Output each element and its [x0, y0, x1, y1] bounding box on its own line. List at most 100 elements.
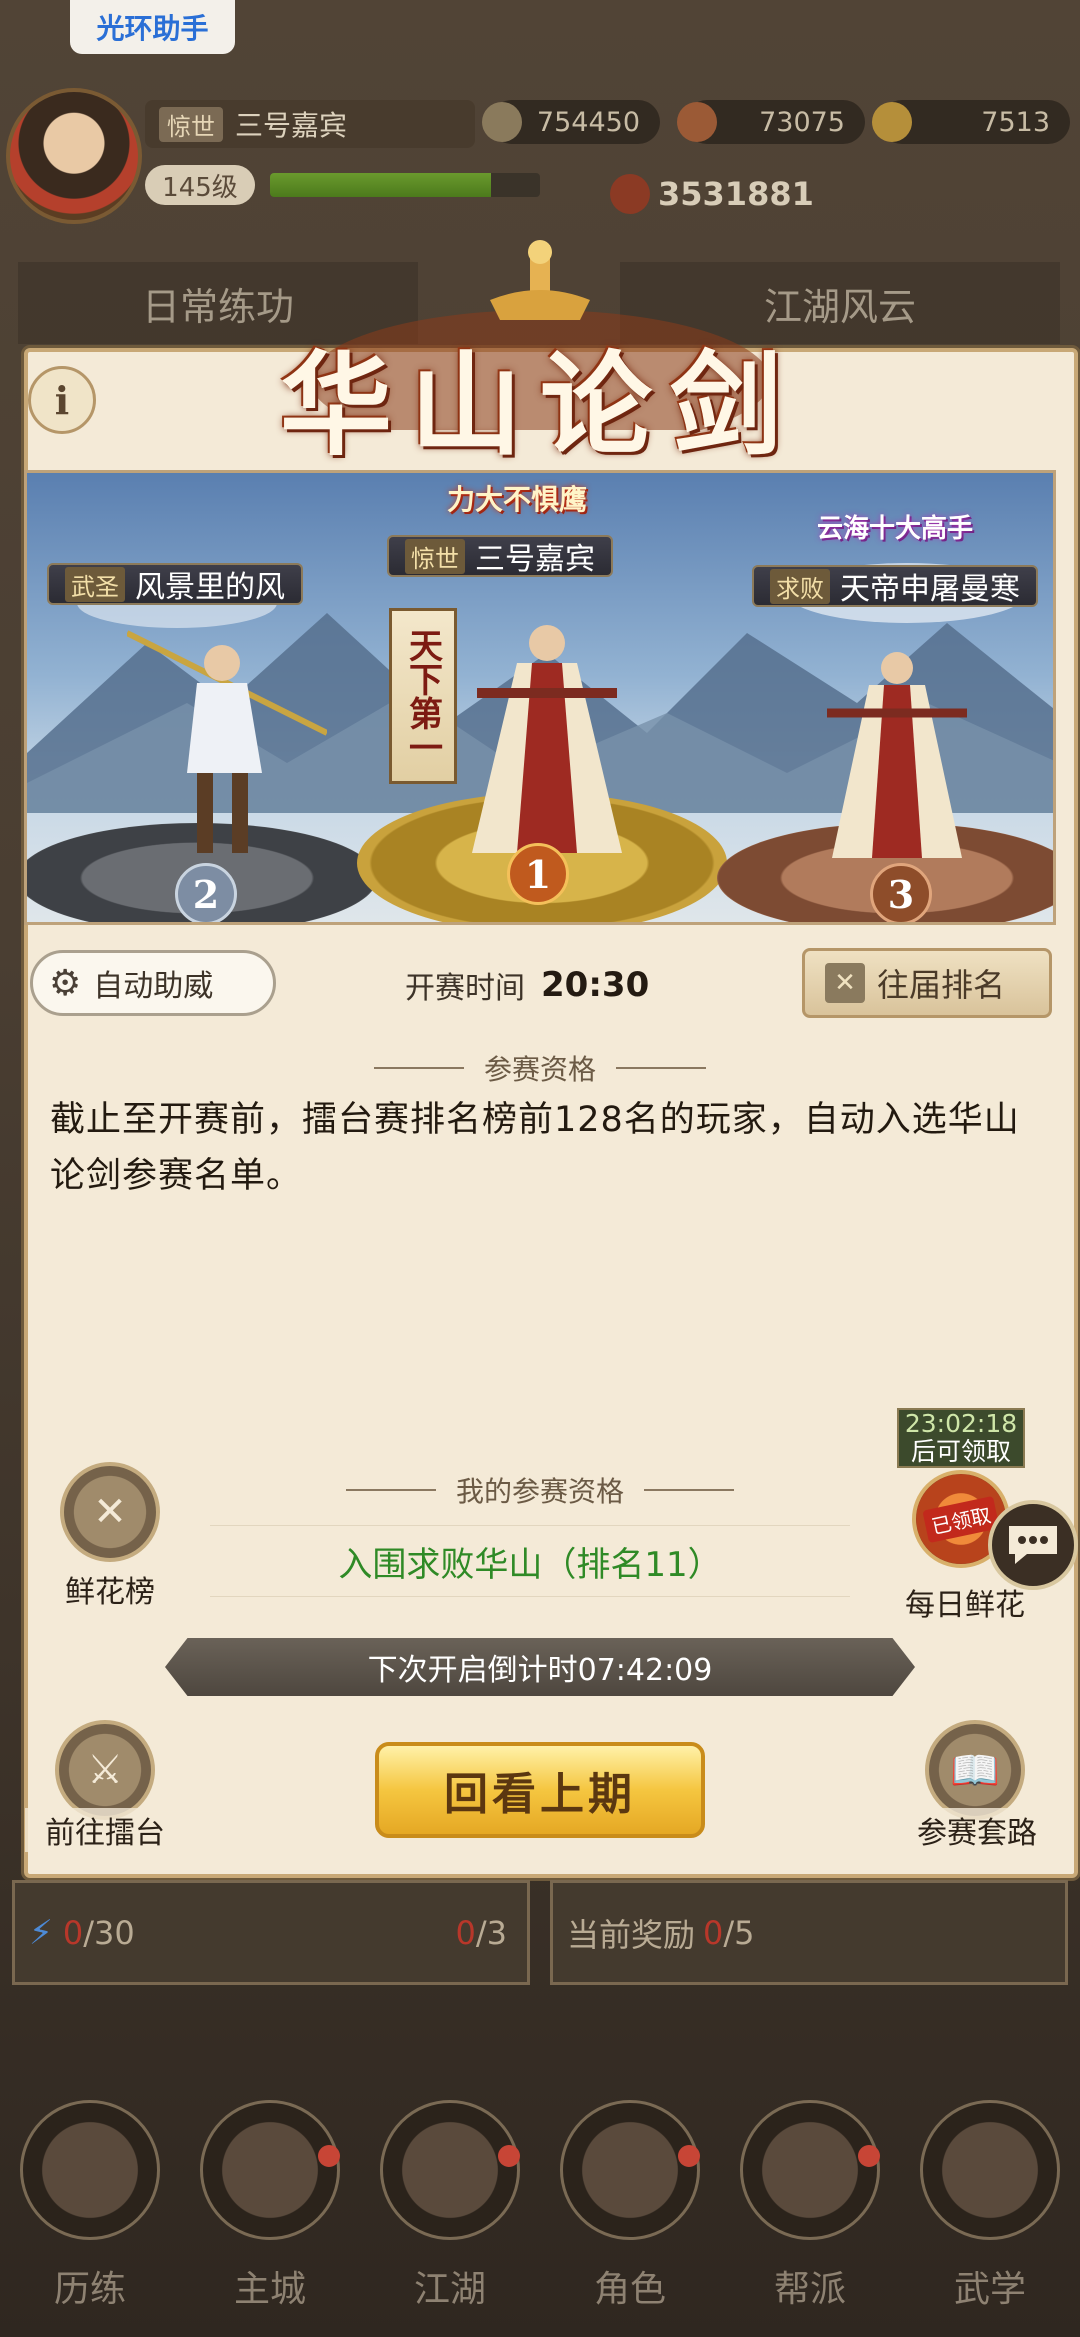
nav-main-city-label: 主城 [233, 2269, 306, 2310]
gold-ingot-icon [872, 102, 912, 142]
flower-resource[interactable]: 73075 [677, 100, 865, 144]
daily-flower-timer-sub: 后可领取 [910, 1437, 1011, 1466]
rank-2-tag: 武圣 [65, 566, 125, 602]
rank-3-badge: 3 [870, 863, 932, 922]
player-nameplate: 惊世 三号嘉宾 [145, 100, 475, 148]
reward-card[interactable]: 当前奖励 0/5 [550, 1880, 1068, 1985]
coin-value: 754450 [536, 106, 640, 138]
flower-rank-label: 鲜花榜 [65, 1575, 155, 1610]
start-time-value: 20:30 [541, 965, 650, 1005]
rank-1-tag: 惊世 [405, 538, 465, 574]
rank-3-character[interactable] [817, 633, 977, 883]
rank-2-nameplate: 武圣 风景里的风 [47, 563, 303, 605]
rank-1-nameplate: 惊世 三号嘉宾 [387, 535, 613, 577]
rank-2-name: 风景里的风 [135, 570, 285, 605]
extra-used: 0 [455, 1913, 476, 1952]
rank-2-badge: 2 [175, 863, 237, 922]
stamina-total: /30 [83, 1913, 135, 1952]
review-label: 回看上期 [444, 1769, 636, 1820]
nav-guild-label: 帮派 [773, 2269, 846, 2310]
nav-training-label: 历练 [53, 2269, 126, 2310]
next-open-countdown: 下次开启倒计时07:42:09 [165, 1638, 915, 1696]
reward-used: 0 [703, 1913, 724, 1952]
daily-flower-timer: 23:02:18 后可领取 [897, 1408, 1025, 1468]
rank-1-badge: 1 [507, 843, 569, 905]
go-arena-label: 前往擂台 [25, 1808, 185, 1852]
avatar[interactable] [6, 88, 142, 224]
rank-1-name: 三号嘉宾 [475, 542, 595, 577]
past-rankings-label: 往届排名 [877, 966, 1006, 1004]
my-qualification-value: 入围求败华山（排名11） [210, 1525, 850, 1597]
rank-3-tag: 求败 [770, 568, 830, 604]
champion-vertical-banner: 天下第一 [389, 608, 457, 784]
combat-power: 3531881 [610, 170, 830, 218]
gear-icon: ⚙ [49, 962, 82, 1004]
start-time-label: 开赛时间 [405, 971, 525, 1006]
notification-dot [858, 2145, 880, 2167]
nav-character-label: 角色 [593, 2269, 666, 2310]
podium-scene: 天下第一 武圣 风景里的风 惊世 三号嘉宾 求败 天帝申屠曼寒 力大不惧鹰 云海… [24, 470, 1056, 925]
daily-flower-timer-value: 23:02:18 [904, 1409, 1018, 1438]
flower-rank-button[interactable]: ✕ [60, 1462, 160, 1562]
helper-app-pill[interactable]: 光环助手 [70, 0, 235, 54]
reward-total: /5 [723, 1913, 755, 1952]
past-rankings-button[interactable]: ✕ 往届排名 [802, 948, 1052, 1018]
chat-bubble-button[interactable] [988, 1500, 1078, 1590]
rank-2-character[interactable] [127, 623, 327, 863]
chat-icon [1009, 1526, 1057, 1564]
top10-badge: 云海十大高手 [817, 514, 974, 544]
coin-icon [482, 102, 522, 142]
ingot-resource[interactable]: 7513 [872, 100, 1070, 144]
xp-bar [270, 173, 540, 197]
go-arena-button[interactable]: ⚔ [55, 1720, 155, 1820]
extra-total: /3 [475, 1913, 507, 1952]
start-time: 开赛时间 20:30 [405, 960, 705, 1010]
qualification-heading-text: 参赛资格 [483, 1053, 596, 1086]
nav-jianghu[interactable]: 江湖 [370, 2100, 530, 2330]
notification-dot [318, 2145, 340, 2167]
auto-cheer-button[interactable]: ⚙ 自动助威 [30, 950, 276, 1016]
coin-resource[interactable]: 754450 [482, 100, 660, 144]
crossed-swords-icon: ✕ [825, 963, 865, 1003]
qualification-heading: 参赛资格 [240, 1048, 840, 1088]
flower-value: 73075 [759, 106, 845, 138]
nav-main-city[interactable]: 主城 [190, 2100, 350, 2330]
my-qualification-text: 入围求败华山（排名11） [338, 1544, 722, 1585]
notification-dot [498, 2145, 520, 2167]
reward-label: 当前奖励 [567, 1915, 696, 1954]
auto-cheer-label: 自动助威 [93, 969, 214, 1004]
crossed-swords-icon: ✕ [93, 1489, 127, 1535]
crossed-swords-icon: ⚔ [87, 1747, 123, 1793]
strategy-button[interactable]: 📖 [925, 1720, 1025, 1820]
strategy-label: 参赛套路 [897, 1808, 1057, 1852]
power-icon [610, 174, 650, 214]
nav-martial-arts-label: 武学 [953, 2269, 1026, 2310]
nav-character[interactable]: 角色 [550, 2100, 710, 2330]
nav-martial-arts[interactable]: 武学 [910, 2100, 1070, 2330]
lightning-icon: ⚡ [29, 1912, 53, 1953]
champion-badge: 力大不惧鹰 [447, 483, 588, 516]
countdown-text: 下次开启倒计时07:42:09 [367, 1653, 713, 1688]
rank-1-character[interactable] [457, 603, 637, 883]
player-name: 三号嘉宾 [235, 109, 348, 142]
xp-bar-fill [270, 173, 492, 197]
qualification-description: 截止至开赛前，擂台赛排名榜前128名的玩家，自动入选华山论剑参赛名单。 [50, 1100, 1020, 1196]
nav-guild[interactable]: 帮派 [730, 2100, 890, 2330]
stamina-used: 0 [62, 1913, 84, 1952]
nav-training[interactable]: 历练 [10, 2100, 170, 2330]
book-icon: 📖 [950, 1747, 1000, 1794]
stamina-card[interactable]: ⚡ 0/30 0/3 [12, 1880, 530, 1985]
page-title: 华山论剑 [280, 340, 800, 471]
review-last-season-button[interactable]: 回看上期 [375, 1742, 705, 1838]
rank-3-nameplate: 求败 天帝申屠曼寒 [752, 565, 1038, 607]
ingot-value: 7513 [981, 106, 1050, 138]
nav-jianghu-label: 江湖 [413, 2269, 486, 2310]
player-title-tag: 惊世 [159, 106, 223, 142]
player-level: 145级 [145, 165, 255, 205]
notification-dot [678, 2145, 700, 2167]
power-value: 3531881 [658, 175, 814, 213]
flower-icon [677, 102, 717, 142]
info-button[interactable]: i [28, 366, 96, 434]
my-qualification-heading: 我的参赛资格 [240, 1470, 840, 1510]
rank-3-name: 天帝申屠曼寒 [840, 572, 1020, 607]
